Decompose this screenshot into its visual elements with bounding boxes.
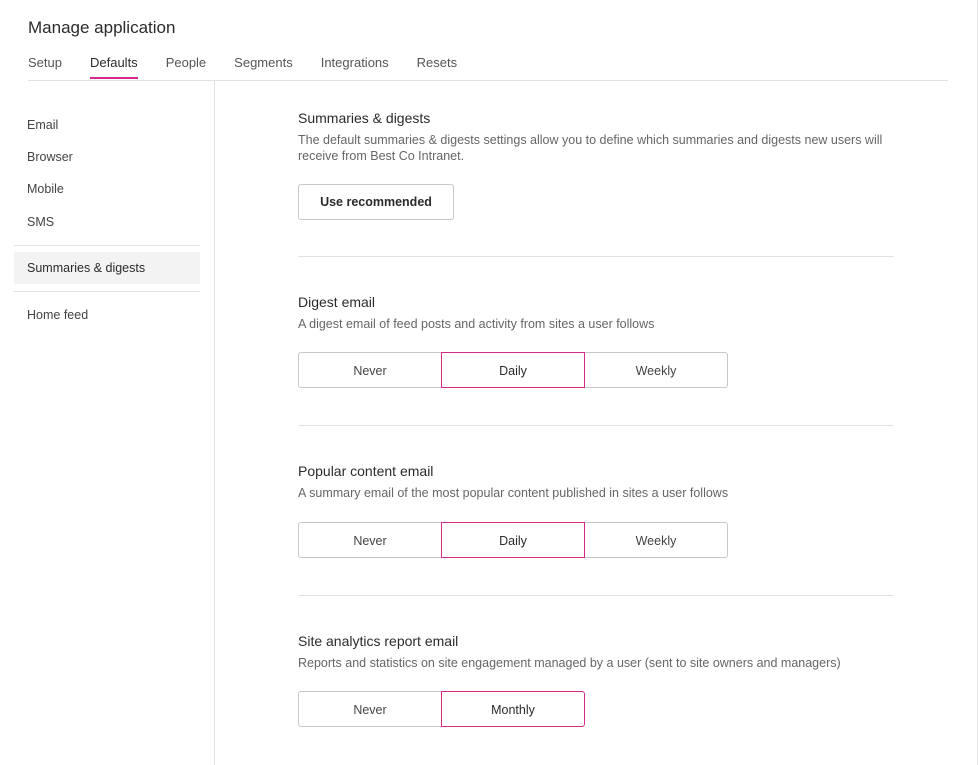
sidebar-item-sms[interactable]: SMS <box>14 206 200 238</box>
site-analytics-email-section: Site analytics report email Reports and … <box>298 633 894 671</box>
sidebar-item-mobile[interactable]: Mobile <box>14 173 200 205</box>
sidebar-item-summaries-digests[interactable]: Summaries & digests <box>14 252 200 284</box>
popular-content-option-weekly[interactable]: Weekly <box>584 522 728 558</box>
digest-email-option-daily[interactable]: Daily <box>441 352 585 388</box>
section-title: Summaries & digests <box>298 110 431 126</box>
summaries-digests-intro: Summaries & digests The default summarie… <box>298 110 894 164</box>
popular-content-email-frequency-selector: Never Daily Weekly <box>298 522 728 558</box>
tab-setup[interactable]: Setup <box>28 55 62 78</box>
section-title: Digest email <box>298 294 376 310</box>
popular-content-option-daily[interactable]: Daily <box>441 522 585 558</box>
section-title: Site analytics report email <box>298 633 459 649</box>
sidebar: Email Browser Mobile SMS Summaries & dig… <box>0 81 215 765</box>
section-divider <box>298 256 894 257</box>
section-description: The default summaries & digests settings… <box>298 133 883 163</box>
sidebar-divider <box>14 245 200 246</box>
tab-bar: Setup Defaults People Segments Integrati… <box>28 55 485 79</box>
site-analytics-email-frequency-selector: Never Monthly <box>298 691 585 727</box>
section-divider <box>298 425 894 426</box>
section-title: Popular content email <box>298 463 434 479</box>
sidebar-divider <box>14 291 200 292</box>
section-description: A digest email of feed posts and activit… <box>298 317 655 331</box>
section-divider <box>298 595 894 596</box>
digest-email-option-never[interactable]: Never <box>298 352 442 388</box>
digest-email-section: Digest email A digest email of feed post… <box>298 294 894 332</box>
digest-email-option-weekly[interactable]: Weekly <box>584 352 728 388</box>
site-analytics-option-never[interactable]: Never <box>298 691 442 727</box>
tab-defaults[interactable]: Defaults <box>89 55 138 79</box>
digest-email-frequency-selector: Never Daily Weekly <box>298 352 728 388</box>
section-description: Reports and statistics on site engagemen… <box>298 656 841 670</box>
sidebar-item-browser[interactable]: Browser <box>14 141 200 173</box>
popular-content-email-section: Popular content email A summary email of… <box>298 463 894 501</box>
tab-people[interactable]: People <box>166 55 206 78</box>
sidebar-item-home-feed[interactable]: Home feed <box>14 299 200 331</box>
use-recommended-button[interactable]: Use recommended <box>298 184 454 220</box>
tab-resets[interactable]: Resets <box>417 55 457 78</box>
popular-content-option-never[interactable]: Never <box>298 522 442 558</box>
page-title: Manage application <box>28 18 176 37</box>
sidebar-item-email[interactable]: Email <box>14 109 200 141</box>
section-description: A summary email of the most popular cont… <box>298 486 729 500</box>
tab-integrations[interactable]: Integrations <box>321 55 389 78</box>
site-analytics-option-monthly[interactable]: Monthly <box>441 691 585 727</box>
tab-segments[interactable]: Segments <box>234 55 293 78</box>
